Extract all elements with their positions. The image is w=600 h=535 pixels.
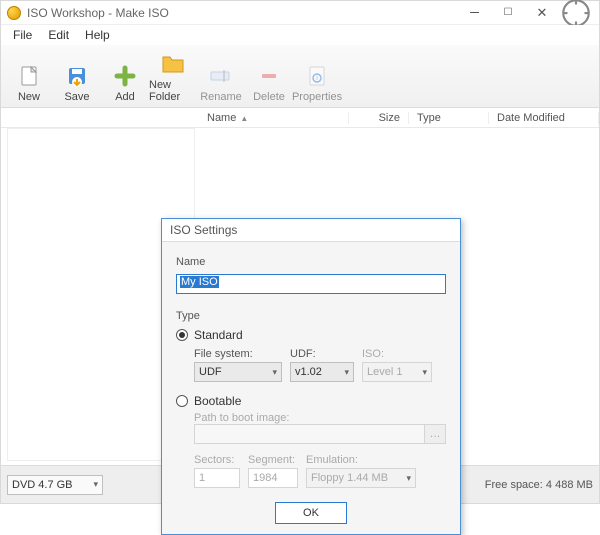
titlebar: ISO Workshop - Make ISO ☐ ✕	[1, 1, 599, 25]
save-icon	[64, 63, 90, 89]
col-type[interactable]: Type	[409, 112, 489, 124]
dialog-title: ISO Settings	[162, 219, 460, 242]
properties-icon: i	[304, 63, 330, 89]
name-label: Name	[176, 256, 446, 268]
menubar: File Edit Help	[1, 25, 599, 45]
iso-label: ISO:	[362, 348, 432, 360]
chevron-down-icon: ▾	[406, 473, 411, 484]
col-date[interactable]: Date Modified	[489, 112, 599, 124]
chevron-down-icon: ▾	[422, 367, 427, 378]
sort-asc-icon: ▲	[240, 114, 248, 123]
iso-settings-dialog: ISO Settings Name My ISO Type Standard F…	[161, 218, 461, 535]
column-header: Name▲ Size Type Date Modified	[1, 108, 599, 128]
segment-label: Segment:	[248, 454, 298, 466]
menu-file[interactable]: File	[7, 27, 38, 43]
chevron-down-icon: ▾	[344, 367, 349, 378]
expand-icon[interactable]	[559, 3, 593, 23]
properties-button: i Properties	[293, 61, 341, 105]
emulation-label: Emulation:	[306, 454, 416, 466]
window-title: ISO Workshop - Make ISO	[27, 6, 457, 20]
new-folder-button[interactable]: New Folder	[149, 49, 197, 105]
udf-label: UDF:	[290, 348, 354, 360]
type-label: Type	[176, 310, 446, 322]
radio-bootable[interactable]: Bootable	[176, 394, 446, 408]
file-new-icon	[16, 63, 42, 89]
new-button[interactable]: New	[5, 61, 53, 105]
rename-icon	[208, 63, 234, 89]
ok-button[interactable]: OK	[275, 502, 347, 524]
save-button[interactable]: Save	[53, 61, 101, 105]
menu-edit[interactable]: Edit	[42, 27, 75, 43]
col-name[interactable]: Name▲	[199, 112, 349, 124]
menu-help[interactable]: Help	[79, 27, 116, 43]
bootpath-input	[194, 424, 425, 444]
udf-select[interactable]: v1.02▾	[290, 362, 354, 382]
app-window: ISO Workshop - Make ISO ☐ ✕ File Edit He…	[0, 0, 600, 504]
chevron-down-icon: ▾	[93, 479, 98, 490]
minimize-button[interactable]	[457, 3, 491, 23]
name-input[interactable]: My ISO	[176, 274, 446, 294]
delete-button: Delete	[245, 61, 293, 105]
browse-button: …	[424, 424, 446, 444]
filesystem-select[interactable]: UDF▾	[194, 362, 282, 382]
close-button[interactable]: ✕	[525, 3, 559, 23]
rename-button: Rename	[197, 61, 245, 105]
maximize-button[interactable]: ☐	[491, 3, 525, 23]
segment-input: 1984	[248, 468, 298, 488]
sectors-label: Sectors:	[194, 454, 240, 466]
app-icon	[7, 6, 21, 20]
status-freespace: Free space: 4 488 MB	[485, 479, 593, 491]
col-size[interactable]: Size	[349, 112, 409, 124]
toolbar: New Save Add New Folder Rename Delete i …	[1, 45, 599, 108]
disc-select[interactable]: DVD 4.7 GB▾	[7, 475, 103, 495]
chevron-down-icon: ▾	[272, 367, 277, 378]
radio-icon	[176, 329, 188, 341]
iso-select: Level 1▾	[362, 362, 432, 382]
filesystem-label: File system:	[194, 348, 282, 360]
add-button[interactable]: Add	[101, 61, 149, 105]
minus-icon	[256, 63, 282, 89]
content-area: ISO Settings Name My ISO Type Standard F…	[1, 128, 599, 465]
radio-standard[interactable]: Standard	[176, 328, 446, 342]
emulation-select: Floppy 1.44 MB▾	[306, 468, 416, 488]
folder-icon	[160, 51, 186, 77]
path-label: Path to boot image:	[194, 412, 446, 424]
plus-icon	[112, 63, 138, 89]
radio-icon	[176, 395, 188, 407]
sectors-input: 1	[194, 468, 240, 488]
